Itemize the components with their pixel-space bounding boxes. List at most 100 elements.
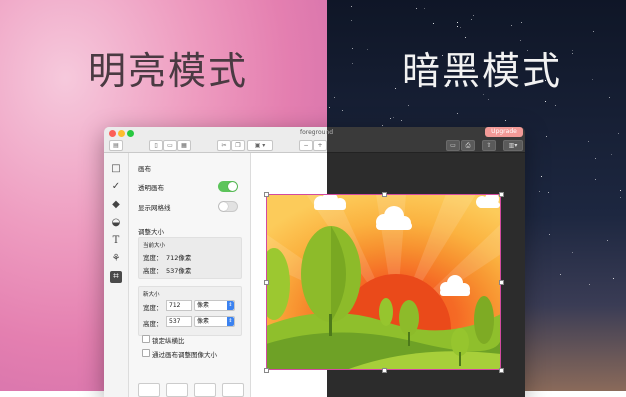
document-title: foreground bbox=[300, 129, 334, 136]
light-mode-title: 明亮模式 bbox=[88, 49, 249, 93]
cut-icon[interactable]: ✂ bbox=[217, 140, 231, 151]
star bbox=[334, 97, 335, 98]
star bbox=[351, 20, 352, 21]
resize-handle[interactable] bbox=[264, 280, 269, 285]
resize-image-checkbox[interactable] bbox=[142, 349, 150, 357]
anchor-button-1[interactable] bbox=[138, 383, 160, 397]
star bbox=[595, 179, 596, 180]
show-grid-toggle[interactable] bbox=[218, 201, 238, 212]
star bbox=[393, 117, 394, 118]
star bbox=[329, 107, 330, 108]
new-file-icon[interactable]: ▯ bbox=[149, 140, 163, 151]
star bbox=[560, 274, 561, 275]
current-size-label: 当前大小 bbox=[143, 243, 166, 249]
resize-handle[interactable] bbox=[382, 368, 387, 373]
copy-icon[interactable]: ❐ bbox=[231, 140, 245, 151]
text-tool-icon[interactable]: T bbox=[110, 235, 122, 247]
minimize-button[interactable] bbox=[118, 130, 125, 137]
sidebar-toggle-icon[interactable]: ▤ bbox=[109, 140, 123, 151]
save-icon[interactable]: ▦ bbox=[177, 140, 191, 151]
star bbox=[401, 120, 402, 121]
star bbox=[395, 88, 396, 89]
star bbox=[521, 22, 522, 23]
print-icon[interactable]: ⎙ bbox=[461, 140, 475, 151]
star bbox=[505, 120, 506, 121]
star bbox=[539, 191, 540, 192]
star bbox=[620, 197, 621, 198]
star bbox=[548, 192, 549, 193]
star bbox=[611, 154, 612, 155]
landscape-image bbox=[266, 194, 501, 370]
upgrade-button[interactable]: Upgrade bbox=[485, 127, 523, 137]
resize-handle[interactable] bbox=[499, 192, 504, 197]
brush-tool-icon[interactable]: ✓ bbox=[110, 181, 122, 193]
image-info-icon[interactable]: ▭ bbox=[446, 140, 460, 151]
eraser-tool-icon[interactable]: ◆ bbox=[110, 199, 122, 211]
star bbox=[511, 25, 512, 26]
close-button[interactable] bbox=[109, 130, 116, 137]
star bbox=[593, 31, 594, 32]
star bbox=[457, 26, 458, 27]
resize-header: 调整大小 bbox=[138, 228, 164, 236]
fill-tool-icon[interactable]: ◒ bbox=[110, 217, 122, 229]
star bbox=[592, 79, 593, 80]
width-unit-select[interactable]: 像素 ⇕ bbox=[194, 300, 235, 311]
new-height-input[interactable]: 537 bbox=[166, 316, 192, 327]
stepper-icon: ⇕ bbox=[227, 301, 234, 310]
current-height-value: 537像素 bbox=[166, 267, 192, 275]
show-grid-label: 显示网格线 bbox=[138, 204, 171, 212]
anchor-button-3[interactable] bbox=[194, 383, 216, 397]
star bbox=[618, 133, 619, 134]
star bbox=[541, 176, 542, 177]
star bbox=[595, 158, 596, 159]
dark-mode-title: 暗黑模式 bbox=[402, 49, 563, 93]
landscape-illustration[interactable] bbox=[266, 194, 501, 370]
anchor-button-2[interactable] bbox=[166, 383, 188, 397]
new-width-input[interactable]: 712 bbox=[166, 300, 192, 311]
star bbox=[433, 23, 434, 24]
height-unit-select[interactable]: 像素 ⇕ bbox=[194, 316, 235, 327]
paste-dropdown-icon[interactable]: ▣ ▾ bbox=[247, 140, 273, 151]
new-size-box: 新大小 宽度： 712 像素 ⇕ 高度： 537 像素 ⇕ bbox=[138, 286, 242, 336]
resize-image-label: 通过画布调整图像大小 bbox=[152, 351, 217, 359]
lock-ratio-checkbox[interactable] bbox=[142, 335, 150, 343]
zoom-out-icon[interactable]: − bbox=[299, 140, 313, 151]
share-icon[interactable]: ⇧ bbox=[482, 140, 496, 151]
resize-handle[interactable] bbox=[499, 368, 504, 373]
transparent-canvas-label: 透明画布 bbox=[138, 184, 164, 192]
new-size-label: 新大小 bbox=[143, 292, 160, 298]
app-window: foreground Upgrade ▤ ▯ ▭ ▦ ✂ ❐ ▣ ▾ − + ▭… bbox=[104, 127, 525, 397]
star bbox=[390, 118, 391, 119]
star bbox=[465, 37, 466, 38]
open-folder-icon[interactable]: ▭ bbox=[163, 140, 177, 151]
zoom-button[interactable] bbox=[127, 130, 134, 137]
export-dropdown-icon[interactable]: ▥▾ bbox=[503, 140, 523, 151]
star bbox=[352, 63, 353, 64]
star bbox=[588, 141, 589, 142]
resize-handle[interactable] bbox=[264, 368, 269, 373]
resize-handle[interactable] bbox=[499, 280, 504, 285]
new-height-label: 高度： bbox=[143, 320, 163, 328]
star bbox=[609, 97, 610, 98]
stepper-icon: ⇕ bbox=[227, 317, 234, 326]
titlebar: foreground Upgrade ▤ ▯ ▭ ▦ ✂ ❐ ▣ ▾ − + ▭… bbox=[104, 127, 525, 153]
zoom-in-icon[interactable]: + bbox=[313, 140, 327, 151]
star bbox=[382, 125, 383, 126]
lock-ratio-label: 锁定纵横比 bbox=[152, 337, 185, 345]
star bbox=[457, 22, 458, 23]
star bbox=[473, 15, 474, 16]
transparent-canvas-toggle[interactable] bbox=[218, 181, 238, 192]
anchor-button-4[interactable] bbox=[222, 383, 244, 397]
select-tool-icon[interactable]: □ bbox=[110, 163, 122, 175]
star bbox=[352, 48, 353, 49]
star bbox=[613, 278, 614, 279]
star bbox=[549, 234, 550, 235]
crop-tool-icon[interactable]: ⌗ bbox=[110, 271, 122, 283]
resize-handle[interactable] bbox=[264, 192, 269, 197]
resize-handle[interactable] bbox=[382, 192, 387, 197]
shapes-tool-icon[interactable]: ⚘ bbox=[110, 253, 122, 265]
star bbox=[572, 53, 573, 54]
canvas-header: 画布 bbox=[138, 165, 151, 173]
star bbox=[555, 105, 556, 106]
star bbox=[424, 8, 425, 9]
